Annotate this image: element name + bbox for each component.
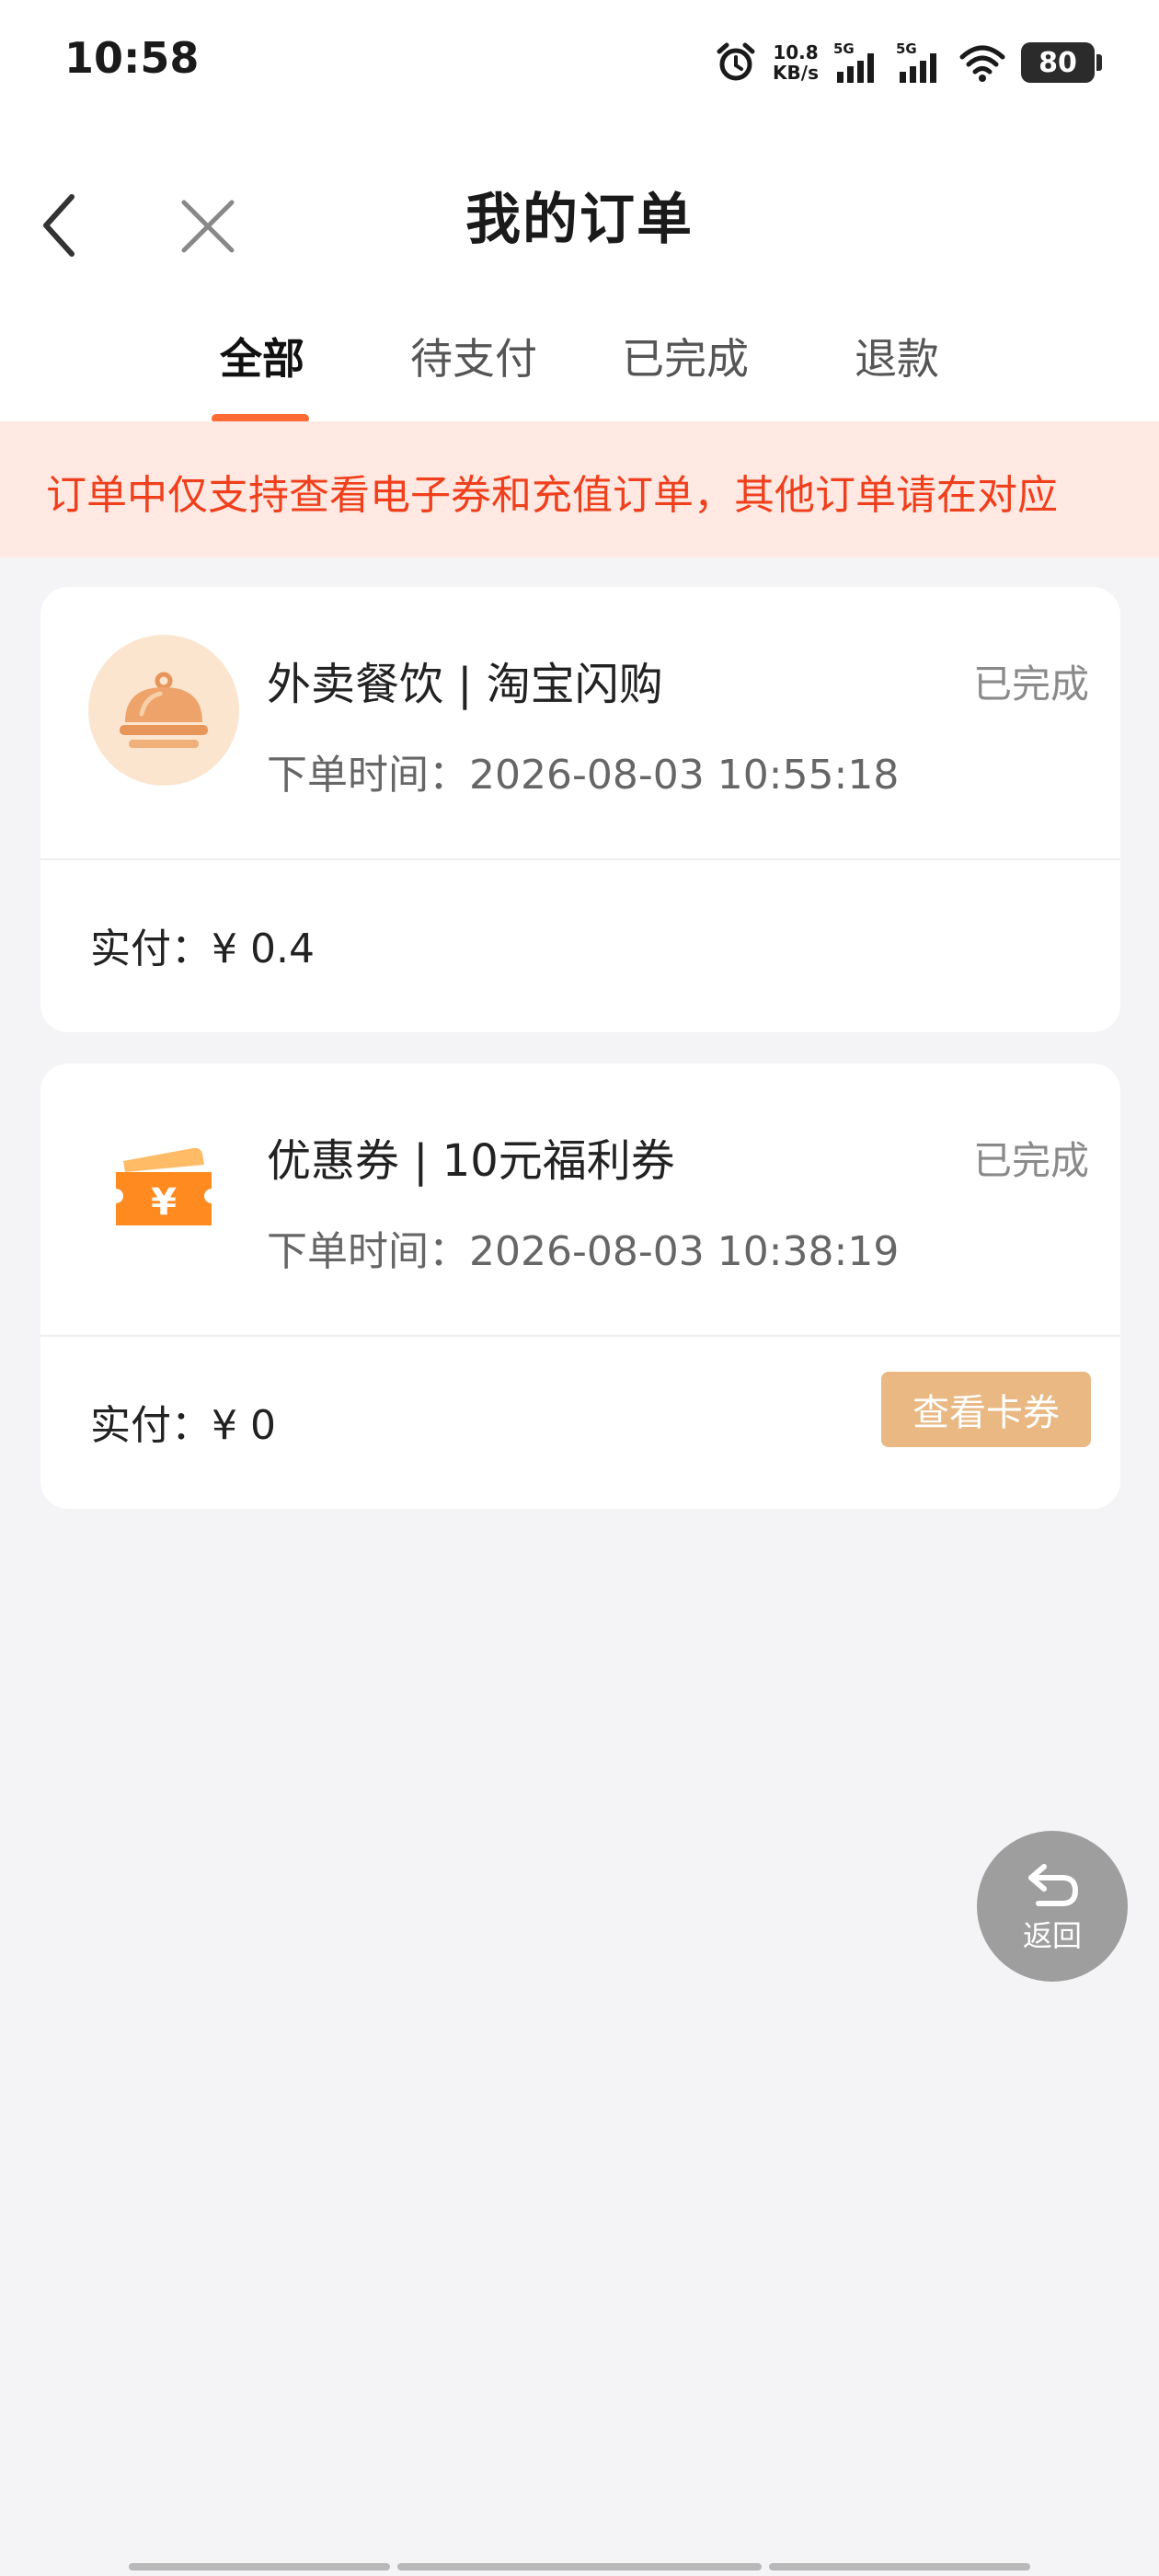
svg-text:¥: ¥ xyxy=(151,1181,177,1224)
order-card-footer: 实付：¥ 0 查看卡券 xyxy=(40,1337,1120,1509)
alarm-icon xyxy=(717,42,755,81)
order-title: 优惠券 | 10元福利券 xyxy=(267,1135,675,1187)
wifi-icon xyxy=(959,45,1005,82)
paid-amount: 实付：¥ 0.4 xyxy=(90,915,315,974)
net-speed-value: 10.8 xyxy=(773,41,819,63)
order-status: 已完成 xyxy=(972,1138,1089,1183)
tab-refund[interactable]: 退款 xyxy=(828,313,966,414)
svg-text:5G: 5G xyxy=(896,40,917,57)
page-title: 我的订单 xyxy=(465,188,694,252)
order-card[interactable]: ¥ 优惠券 | 10元福利券 下单时间：2026-08-03 10:38:19 … xyxy=(40,1064,1120,1509)
food-cloche-icon xyxy=(88,635,239,786)
floating-return-label: 返回 xyxy=(1022,1918,1082,1953)
status-time: 10:58 xyxy=(64,33,200,83)
floating-return-button[interactable]: 返回 xyxy=(977,1831,1128,1982)
paid-value: ¥ 0 xyxy=(212,1402,276,1449)
tab-all[interactable]: 全部 xyxy=(202,313,322,414)
tab-label: 全部 xyxy=(220,334,304,384)
order-title: 外卖餐饮 | 淘宝闪购 xyxy=(267,659,663,710)
gesture-bar xyxy=(769,2563,1030,2570)
status-bar: 10:58 10.8 KB/s 5G 5G 80 xyxy=(0,0,1159,120)
tab-pending-payment[interactable]: 待支付 xyxy=(396,313,552,414)
order-time-value: 2026-08-03 10:55:18 xyxy=(469,752,900,799)
order-time-label: 下单时间： xyxy=(267,1228,469,1275)
net-speed-unit: KB/s xyxy=(773,62,819,84)
order-time: 下单时间：2026-08-03 10:38:19 xyxy=(267,1218,899,1277)
tab-completed[interactable]: 已完成 xyxy=(607,313,763,414)
coupon-icon: ¥ xyxy=(88,1111,239,1262)
header: 我的订单 全部 待支付 已完成 退款 xyxy=(0,120,1159,423)
order-card[interactable]: 外卖餐饮 | 淘宝闪购 下单时间：2026-08-03 10:55:18 已完成… xyxy=(40,587,1120,1032)
order-time-value: 2026-08-03 10:38:19 xyxy=(469,1228,900,1275)
return-arrow-icon xyxy=(1028,1864,1079,1906)
paid-label: 实付： xyxy=(90,1402,212,1449)
notice-text: 订单中仅支持查看电子券和充值订单，其他订单请在对应 xyxy=(46,472,1058,519)
gesture-bar xyxy=(397,2563,762,2570)
gesture-bar xyxy=(129,2563,390,2570)
status-icons: 10.8 KB/s 5G 5G 80 xyxy=(714,35,1102,90)
view-coupon-button[interactable]: 查看卡券 xyxy=(881,1372,1091,1447)
tab-label: 待支付 xyxy=(410,334,537,384)
notice-banner: 订单中仅支持查看电子券和充值订单，其他订单请在对应 xyxy=(0,421,1159,558)
order-time: 下单时间：2026-08-03 10:55:18 xyxy=(267,742,899,800)
paid-label: 实付： xyxy=(90,926,212,972)
order-tabs: 全部 待支付 已完成 退款 xyxy=(0,313,1159,423)
order-card-header: ¥ 优惠券 | 10元福利券 下单时间：2026-08-03 10:38:19 … xyxy=(40,1064,1120,1337)
tab-label: 退款 xyxy=(855,334,939,384)
battery-icon: 80 xyxy=(1021,42,1102,83)
order-status: 已完成 xyxy=(972,661,1089,707)
paid-value: ¥ 0.4 xyxy=(212,926,315,972)
tab-label: 已完成 xyxy=(622,334,749,384)
paid-amount: 实付：¥ 0 xyxy=(90,1392,276,1451)
signal-icon: 5G xyxy=(896,40,936,83)
order-card-header: 外卖餐饮 | 淘宝闪购 下单时间：2026-08-03 10:55:18 已完成 xyxy=(40,587,1120,860)
svg-text:5G: 5G xyxy=(833,40,855,57)
order-time-label: 下单时间： xyxy=(267,752,469,799)
signal-icon: 5G xyxy=(833,40,874,83)
network-speed: 10.8 KB/s xyxy=(773,42,819,83)
order-card-footer: 实付：¥ 0.4 xyxy=(40,860,1120,1032)
